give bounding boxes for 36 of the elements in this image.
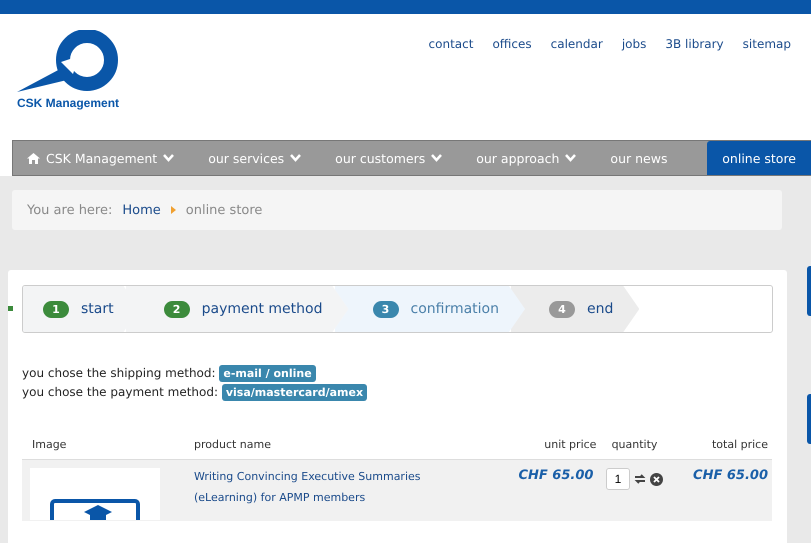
- top-link[interactable]: contact: [428, 37, 474, 53]
- nav-item[interactable]: online store: [707, 141, 811, 175]
- bullet-icon: [8, 306, 13, 311]
- refresh-icon[interactable]: [634, 473, 646, 485]
- breadcrumb-link[interactable]: Home: [122, 202, 161, 218]
- step-label: confirmation: [410, 301, 499, 317]
- home-icon: [27, 152, 40, 164]
- step-number: 2: [164, 300, 190, 318]
- logo-icon[interactable]: [17, 30, 121, 94]
- chevron-icon: [290, 154, 302, 162]
- step-label: start: [81, 301, 114, 317]
- step-number: 1: [43, 300, 69, 318]
- top-link[interactable]: offices: [492, 37, 532, 53]
- quantity-field[interactable]: 1: [606, 468, 630, 490]
- breadcrumb-current: online store: [186, 202, 262, 218]
- logo-text[interactable]: CSK Management: [17, 96, 121, 110]
- top-link[interactable]: calendar: [550, 37, 603, 53]
- chevron-icon: [431, 154, 442, 162]
- choice-tag: e-mail / online: [219, 365, 316, 382]
- step-number: 3: [372, 300, 398, 318]
- unit-price: CHF 65.00: [518, 468, 594, 483]
- top-link[interactable]: 3B library: [665, 37, 724, 53]
- caret-icon: [170, 206, 176, 214]
- total-price: CHF 65.00: [693, 468, 768, 483]
- step-label: end: [587, 301, 614, 317]
- top-link[interactable]: jobs: [622, 37, 646, 53]
- remove-icon[interactable]: [650, 472, 663, 486]
- chevron-icon: [565, 154, 576, 162]
- step-label: payment method: [202, 301, 322, 317]
- choice-text: you chose the payment method:: [22, 385, 218, 399]
- breadcrumb-label: You are here:: [27, 202, 112, 218]
- choice-tag: visa/mastercard/amex: [222, 384, 368, 401]
- step-number: 4: [549, 300, 575, 318]
- chevron-icon: [163, 154, 174, 162]
- top-link[interactable]: sitemap: [742, 37, 791, 53]
- choice-text: you chose the shipping method:: [22, 366, 216, 380]
